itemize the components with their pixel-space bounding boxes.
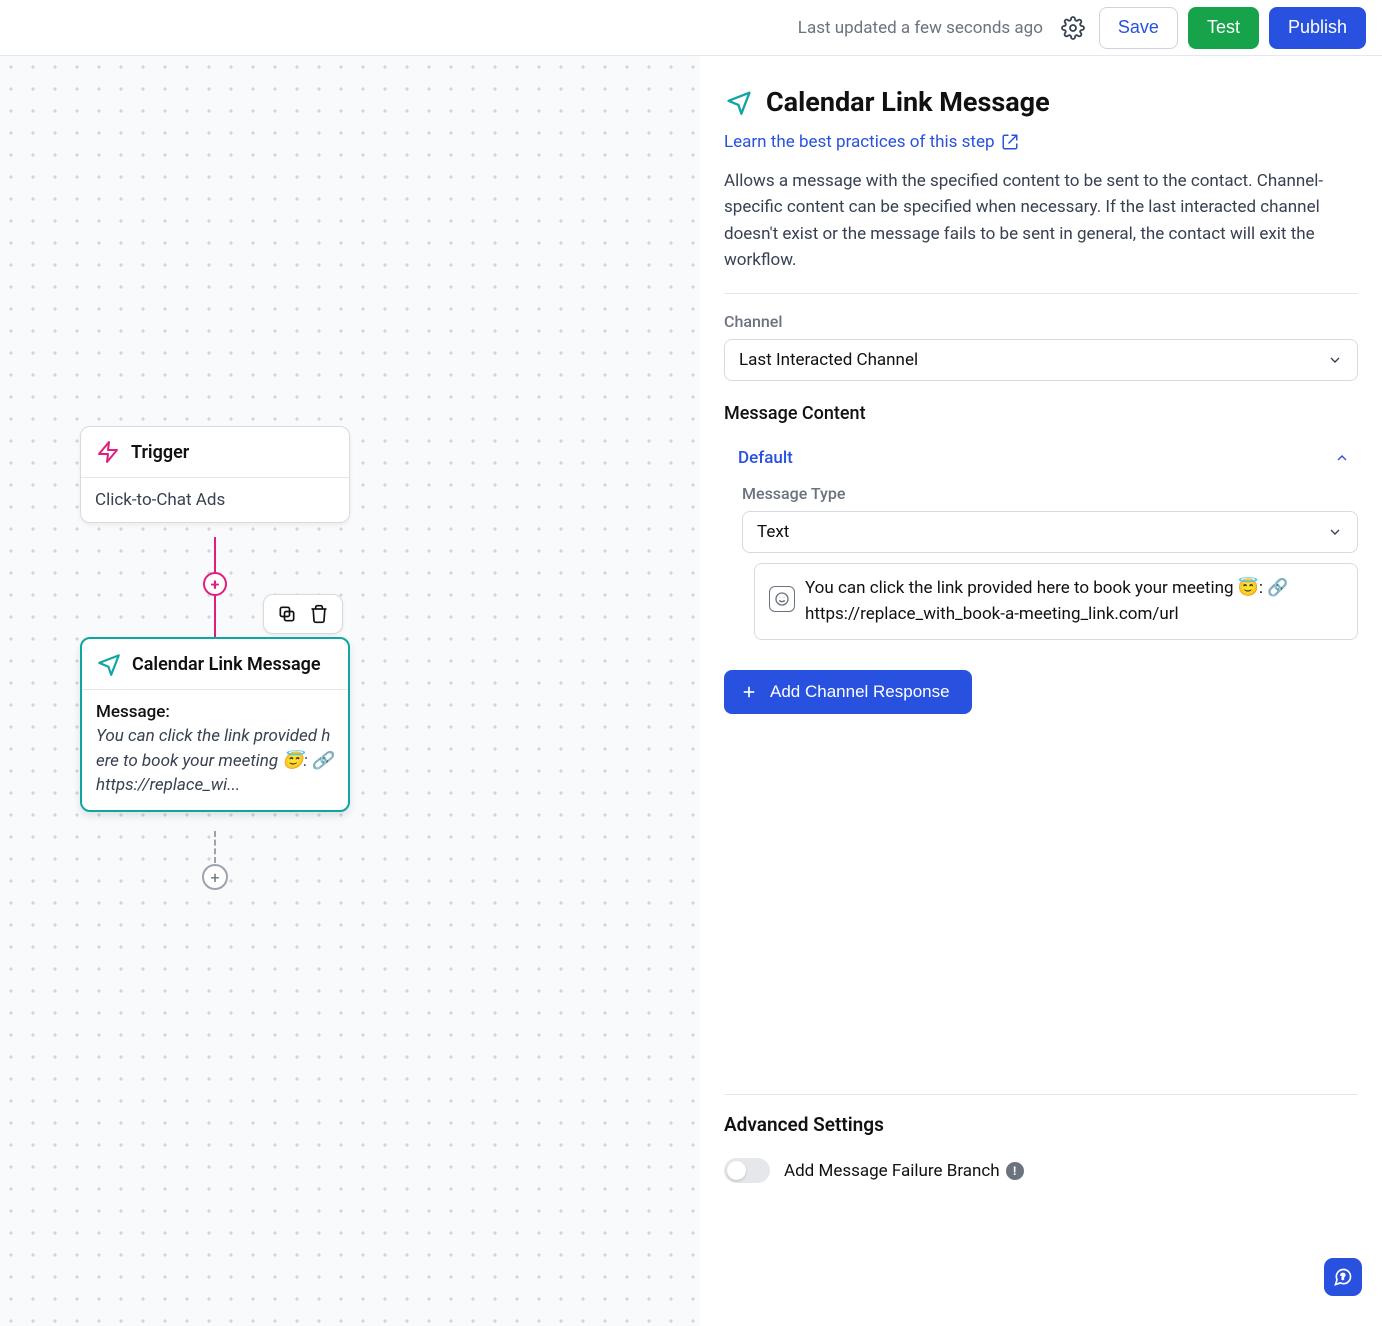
chevron-down-icon: [1327, 352, 1343, 368]
step-config-panel: Calendar Link Message Learn the best pra…: [700, 56, 1382, 1326]
add-channel-response-button[interactable]: Add Channel Response: [724, 670, 972, 714]
node-toolbar: [263, 594, 343, 634]
chevron-up-icon: [1334, 450, 1350, 466]
default-section-toggle[interactable]: Default: [724, 438, 1358, 478]
message-preview: You can click the link provided here to …: [96, 724, 334, 798]
last-updated-text: Last updated a few seconds ago: [798, 18, 1043, 38]
workflow-canvas[interactable]: Trigger Click-to-Chat Ads +: [0, 56, 700, 1326]
delete-icon[interactable]: [308, 603, 330, 625]
message-type-value: Text: [757, 522, 789, 542]
trigger-title: Trigger: [131, 442, 189, 463]
failure-branch-label: Add Message Failure Branch: [784, 1161, 1000, 1181]
info-icon[interactable]: !: [1006, 1162, 1024, 1180]
channel-label: Channel: [724, 312, 1358, 331]
failure-branch-toggle[interactable]: [724, 1158, 770, 1183]
message-label: Message:: [96, 702, 334, 722]
send-message-node[interactable]: Calendar Link Message Message: You can c…: [80, 637, 350, 812]
trigger-node[interactable]: Trigger Click-to-Chat Ads: [80, 426, 350, 523]
channel-select-value: Last Interacted Channel: [739, 350, 918, 370]
dashed-connector: [214, 831, 216, 863]
add-step-end-button[interactable]: +: [202, 864, 228, 890]
chevron-down-icon: [1327, 524, 1343, 540]
emoji-picker-icon[interactable]: [769, 586, 795, 612]
plus-icon: [740, 683, 758, 701]
send-icon: [96, 651, 122, 677]
message-body-text: You can click the link provided here to …: [805, 576, 1343, 627]
channel-select[interactable]: Last Interacted Channel: [724, 339, 1358, 381]
test-button[interactable]: Test: [1188, 7, 1259, 49]
panel-title: Calendar Link Message: [766, 86, 1050, 118]
help-button[interactable]: ?: [1324, 1258, 1362, 1296]
svg-text:?: ?: [1341, 1273, 1345, 1283]
send-icon: [724, 87, 754, 117]
learn-best-practices-link[interactable]: Learn the best practices of this step: [724, 132, 1358, 152]
duplicate-icon[interactable]: [276, 603, 298, 625]
trigger-body: Click-to-Chat Ads: [81, 477, 349, 522]
panel-description: Allows a message with the specified cont…: [724, 168, 1358, 294]
message-content-input[interactable]: You can click the link provided here to …: [754, 563, 1358, 640]
publish-button[interactable]: Publish: [1269, 7, 1366, 49]
add-step-button[interactable]: +: [203, 572, 227, 596]
settings-icon[interactable]: [1057, 12, 1089, 44]
save-button[interactable]: Save: [1099, 7, 1178, 49]
advanced-settings-title: Advanced Settings: [724, 1113, 1358, 1136]
lightning-icon: [95, 439, 121, 465]
default-label: Default: [738, 448, 793, 468]
message-content-label: Message Content: [724, 403, 1358, 424]
message-type-select[interactable]: Text: [742, 511, 1358, 553]
message-type-label: Message Type: [742, 484, 1358, 503]
send-message-title: Calendar Link Message: [132, 654, 321, 675]
